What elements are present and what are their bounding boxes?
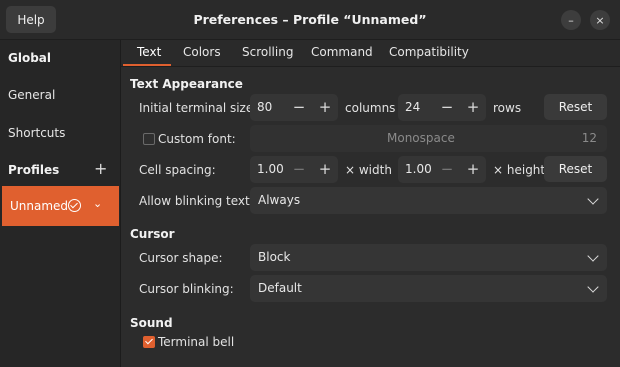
tab-text[interactable]: Text	[137, 45, 161, 59]
cell-width-value[interactable]: 1.00	[257, 162, 284, 176]
cursor-blinking-value: Default	[258, 281, 302, 295]
profile-label: Unnamed	[10, 199, 69, 213]
blinking-text-dropdown[interactable]: Always	[250, 187, 607, 214]
sidebar-item-shortcuts[interactable]: Shortcuts	[8, 126, 65, 140]
add-profile-icon[interactable]: +	[94, 161, 107, 177]
text-tab-content: Text Appearance Initial terminal size: 8…	[121, 67, 620, 367]
rows-value[interactable]: 24	[405, 100, 420, 114]
cell-height-stepper[interactable]: 1.00 − +	[398, 156, 486, 183]
sidebar-item-profile-unnamed[interactable]: Unnamed ⌄	[2, 186, 119, 226]
reset-size-button[interactable]: Reset	[544, 94, 607, 120]
minimize-button[interactable]: –	[561, 10, 581, 30]
rows-unit-label: rows	[493, 101, 522, 115]
cell-width-decrement-icon[interactable]: −	[292, 160, 306, 178]
tab-scrolling[interactable]: Scrolling	[242, 45, 293, 59]
cursor-shape-label: Cursor shape:	[139, 251, 223, 265]
sidebar: Global General Shortcuts Profiles + Unna…	[0, 40, 121, 367]
sidebar-heading-profiles: Profiles	[8, 163, 60, 177]
chevron-down-icon	[587, 193, 599, 205]
font-name: Monospace	[387, 131, 455, 145]
custom-font-label: Custom font:	[158, 132, 236, 146]
cursor-blinking-label: Cursor blinking:	[139, 282, 234, 296]
reset-spacing-button[interactable]: Reset	[544, 156, 607, 182]
chevron-down-icon[interactable]: ⌄	[93, 197, 102, 210]
height-unit-label: × height	[493, 163, 546, 177]
columns-unit-label: columns	[345, 101, 396, 115]
tab-compatibility[interactable]: Compatibility	[389, 45, 469, 59]
minimize-icon: –	[568, 13, 574, 27]
cell-width-increment-icon[interactable]: +	[318, 160, 332, 178]
cell-width-stepper[interactable]: 1.00 − +	[250, 156, 338, 183]
section-text-appearance: Text Appearance	[130, 77, 243, 91]
title-bar: Help Preferences – Profile “Unnamed” – ×	[0, 0, 620, 40]
rows-decrement-icon[interactable]: −	[440, 98, 454, 116]
cursor-shape-dropdown[interactable]: Block	[250, 244, 607, 271]
sidebar-item-general[interactable]: General	[8, 88, 55, 102]
terminal-bell-label: Terminal bell	[158, 335, 235, 349]
default-profile-check-icon	[68, 199, 81, 212]
columns-value[interactable]: 80	[257, 100, 272, 114]
chevron-down-icon	[587, 250, 599, 262]
section-sound: Sound	[130, 316, 173, 330]
active-tab-indicator	[123, 64, 171, 66]
window-title: Preferences – Profile “Unnamed”	[193, 12, 427, 27]
font-picker-button: Monospace 12	[250, 125, 607, 152]
columns-increment-icon[interactable]: +	[318, 98, 332, 116]
tab-colors[interactable]: Colors	[183, 45, 221, 59]
width-unit-label: × width	[345, 163, 392, 177]
terminal-bell-checkbox[interactable]	[143, 336, 155, 348]
rows-increment-icon[interactable]: +	[466, 98, 480, 116]
initial-size-label: Initial terminal size:	[139, 101, 258, 115]
rows-stepper[interactable]: 24 − +	[398, 94, 486, 121]
cell-spacing-label: Cell spacing:	[139, 163, 216, 177]
columns-stepper[interactable]: 80 − +	[250, 94, 338, 121]
cursor-shape-value: Block	[258, 250, 291, 264]
close-button[interactable]: ×	[590, 10, 610, 30]
cursor-blinking-dropdown[interactable]: Default	[250, 275, 607, 302]
blinking-text-label: Allow blinking text:	[139, 194, 254, 208]
font-size: 12	[581, 131, 597, 145]
close-icon: ×	[595, 13, 605, 27]
cell-height-value[interactable]: 1.00	[405, 162, 432, 176]
cell-height-increment-icon[interactable]: +	[466, 160, 480, 178]
tab-bar: Text Colors Scrolling Command Compatibil…	[121, 40, 620, 67]
columns-decrement-icon[interactable]: −	[292, 98, 306, 116]
custom-font-checkbox[interactable]	[143, 133, 155, 145]
section-cursor: Cursor	[130, 227, 175, 241]
blinking-text-value: Always	[258, 193, 301, 207]
cell-height-decrement-icon[interactable]: −	[440, 160, 454, 178]
tab-command[interactable]: Command	[311, 45, 373, 59]
chevron-down-icon	[587, 281, 599, 293]
sidebar-heading-global: Global	[8, 51, 52, 65]
